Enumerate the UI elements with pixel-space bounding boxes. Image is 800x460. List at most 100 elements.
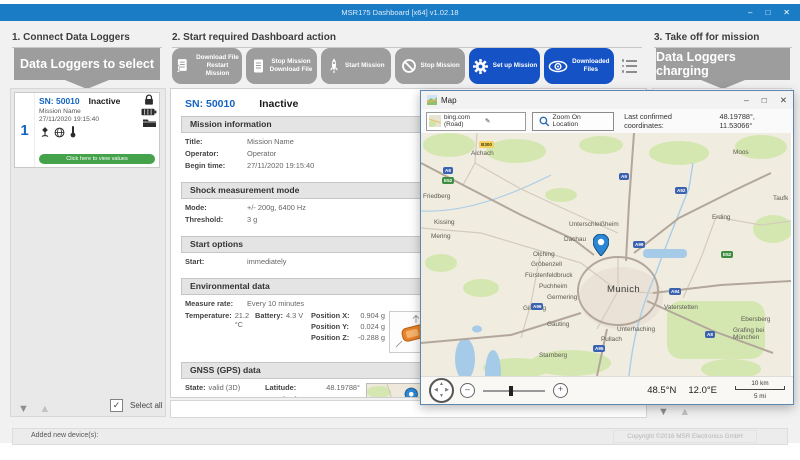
map-place-label: Mering — [431, 233, 451, 240]
road-badge: B300 — [479, 141, 494, 148]
road-badge: E52 — [721, 251, 733, 258]
maximize-icon[interactable]: □ — [765, 8, 770, 17]
scroll-up-button-right[interactable]: ▲ — [679, 406, 690, 418]
map-provider-value: bing.com (Road) — [444, 114, 482, 128]
field-value: 3 g — [247, 215, 257, 224]
scale-km-label: 10 km — [735, 381, 785, 388]
zoom-on-location-label: Zoom On Location — [553, 114, 608, 128]
road-badge: A99 — [633, 241, 645, 248]
pan-up-icon: ▲ — [439, 382, 444, 387]
field-label: Temperature: — [185, 311, 232, 329]
set-up-mission-button[interactable]: Set up Mission — [469, 48, 539, 84]
scroll-up-button[interactable]: ▲ — [39, 403, 50, 415]
map-window-icon — [427, 95, 437, 105]
view-values-button[interactable]: Click here to view values — [39, 154, 155, 164]
map-place-label: Aichach — [471, 150, 494, 157]
button-label: Stop Mission — [421, 62, 460, 70]
field-label: Mode: — [185, 203, 247, 212]
stop-mission-download-file-button[interactable]: Stop Mission Download File — [246, 48, 316, 84]
map-place-label: Starnberg — [539, 352, 567, 359]
globe-icon — [54, 127, 65, 138]
field-value: 21.2 °C — [235, 311, 255, 329]
field-label: Position Y: — [311, 322, 349, 331]
detail-serial: SN: 50010 — [185, 98, 235, 110]
pan-right-icon: ▶ — [445, 388, 449, 393]
scroll-down-button-right[interactable]: ▼ — [658, 406, 669, 418]
pan-down-icon: ▼ — [439, 394, 444, 399]
map-place-label: Fürstenfeldbruck — [525, 272, 573, 279]
map-maximize-icon[interactable]: □ — [762, 95, 767, 105]
field-value: Operator — [247, 149, 276, 158]
map-place-label: Gröbenzell — [531, 261, 562, 268]
field-value: +/- 200g, 6400 Hz — [247, 203, 306, 212]
map-minimize-icon[interactable]: – — [744, 95, 749, 105]
map-close-icon[interactable]: ✕ — [780, 95, 787, 106]
device-index: 1 — [15, 93, 35, 167]
road-badge: A8 — [705, 331, 715, 338]
map-canvas[interactable]: AichachFriedbergKissingMeringDachauUnter… — [421, 133, 791, 376]
map-window-title: Map — [441, 96, 457, 105]
button-label: Download File — [195, 54, 241, 62]
field-label: Position Z: — [311, 333, 349, 342]
folder-icon — [142, 118, 157, 128]
map-place-label: Dachau — [564, 236, 586, 243]
stop-mission-button[interactable]: Stop Mission — [395, 48, 465, 84]
map-provider-select[interactable]: bing.com (Road) ✎ — [426, 112, 526, 131]
map-longitude-readout: 12.0°E — [688, 385, 717, 396]
zoom-in-button[interactable]: + — [553, 383, 568, 398]
device-status: Inactive — [89, 96, 121, 106]
provider-edit-icon[interactable]: ✎ — [485, 117, 523, 125]
data-loggers-to-select-banner: Data Loggers to select — [14, 48, 160, 80]
map-place-label: Taufk — [773, 195, 788, 202]
field-value: 4.3 V — [286, 311, 303, 320]
lock-icon — [143, 94, 155, 106]
download-restart-icon — [174, 58, 191, 75]
field-label: Start: — [185, 257, 247, 266]
field-label: Longitude: — [265, 395, 327, 398]
road-badge: A9 — [619, 173, 629, 180]
field-value: 27/11/2020 19:15:40 — [247, 161, 314, 170]
map-place-label: Friedberg — [423, 193, 450, 200]
device-serial: SN: 50010 — [39, 96, 80, 106]
section-header-takeoff: 3. Take off for mission — [654, 32, 792, 48]
gear-icon — [472, 58, 489, 75]
list-view-menu-icon[interactable] — [618, 48, 644, 84]
window-title-bar: MSR175 Dashboard [x64] v1.02.18 – □ ✕ — [0, 4, 800, 21]
downloaded-files-button[interactable]: Downloaded Files — [544, 48, 614, 84]
copyright-text: Copyright ©2016 MSR Electronics GmbH — [613, 430, 757, 443]
pan-control[interactable]: ▲ ▼ ◀ ▶ — [429, 378, 454, 403]
select-all-checkbox[interactable]: ✓ — [110, 399, 123, 412]
zoom-slider-handle[interactable] — [509, 386, 513, 396]
close-icon[interactable]: ✕ — [783, 8, 790, 17]
road-badge: A94 — [669, 288, 681, 295]
coords-value: 48.19788°, 11.53066° — [720, 112, 789, 130]
field-label: Latitude: — [265, 383, 326, 392]
map-toolbar: bing.com (Road) ✎ Zoom On Location Last … — [421, 109, 793, 133]
field-label: Position X: — [311, 311, 350, 320]
map-window-title-bar[interactable]: Map – □ ✕ — [421, 91, 793, 109]
map-latitude-readout: 48.5°N — [647, 385, 676, 396]
select-all-label: Select all — [130, 401, 162, 410]
map-place-label: Olching — [533, 251, 555, 258]
device-mission-name: Mission Name — [39, 108, 155, 115]
scale-mi-label: 5 mi — [735, 394, 785, 401]
zoom-slider[interactable] — [483, 390, 545, 392]
minimize-icon[interactable]: – — [748, 8, 752, 17]
scroll-down-button[interactable]: ▼ — [18, 403, 29, 415]
device-card[interactable]: 1 SN: 50010 Inactive Mission Name 27/11/… — [14, 92, 160, 168]
road-badge: A95 — [593, 345, 605, 352]
field-value: Mission Name — [247, 137, 294, 146]
field-label: Title: — [185, 137, 247, 146]
field-value: 11.53066° — [327, 395, 360, 398]
zoom-out-button[interactable]: – — [460, 383, 475, 398]
detail-status: Inactive — [259, 98, 298, 110]
coords-label: Last confirmed coordinates: — [624, 112, 711, 130]
provider-thumbnail-icon — [429, 115, 441, 127]
zoom-on-location-button[interactable]: Zoom On Location — [532, 112, 614, 131]
window-title: MSR175 Dashboard [x64] v1.02.18 — [341, 8, 458, 17]
map-place-label: Moos — [733, 149, 749, 156]
map-place-label: Germering — [547, 294, 577, 301]
road-badge: A96 — [531, 303, 543, 310]
start-mission-button[interactable]: Start Mission — [321, 48, 391, 84]
download-file-restart-mission-button[interactable]: Download File Restart Mission — [172, 48, 242, 84]
